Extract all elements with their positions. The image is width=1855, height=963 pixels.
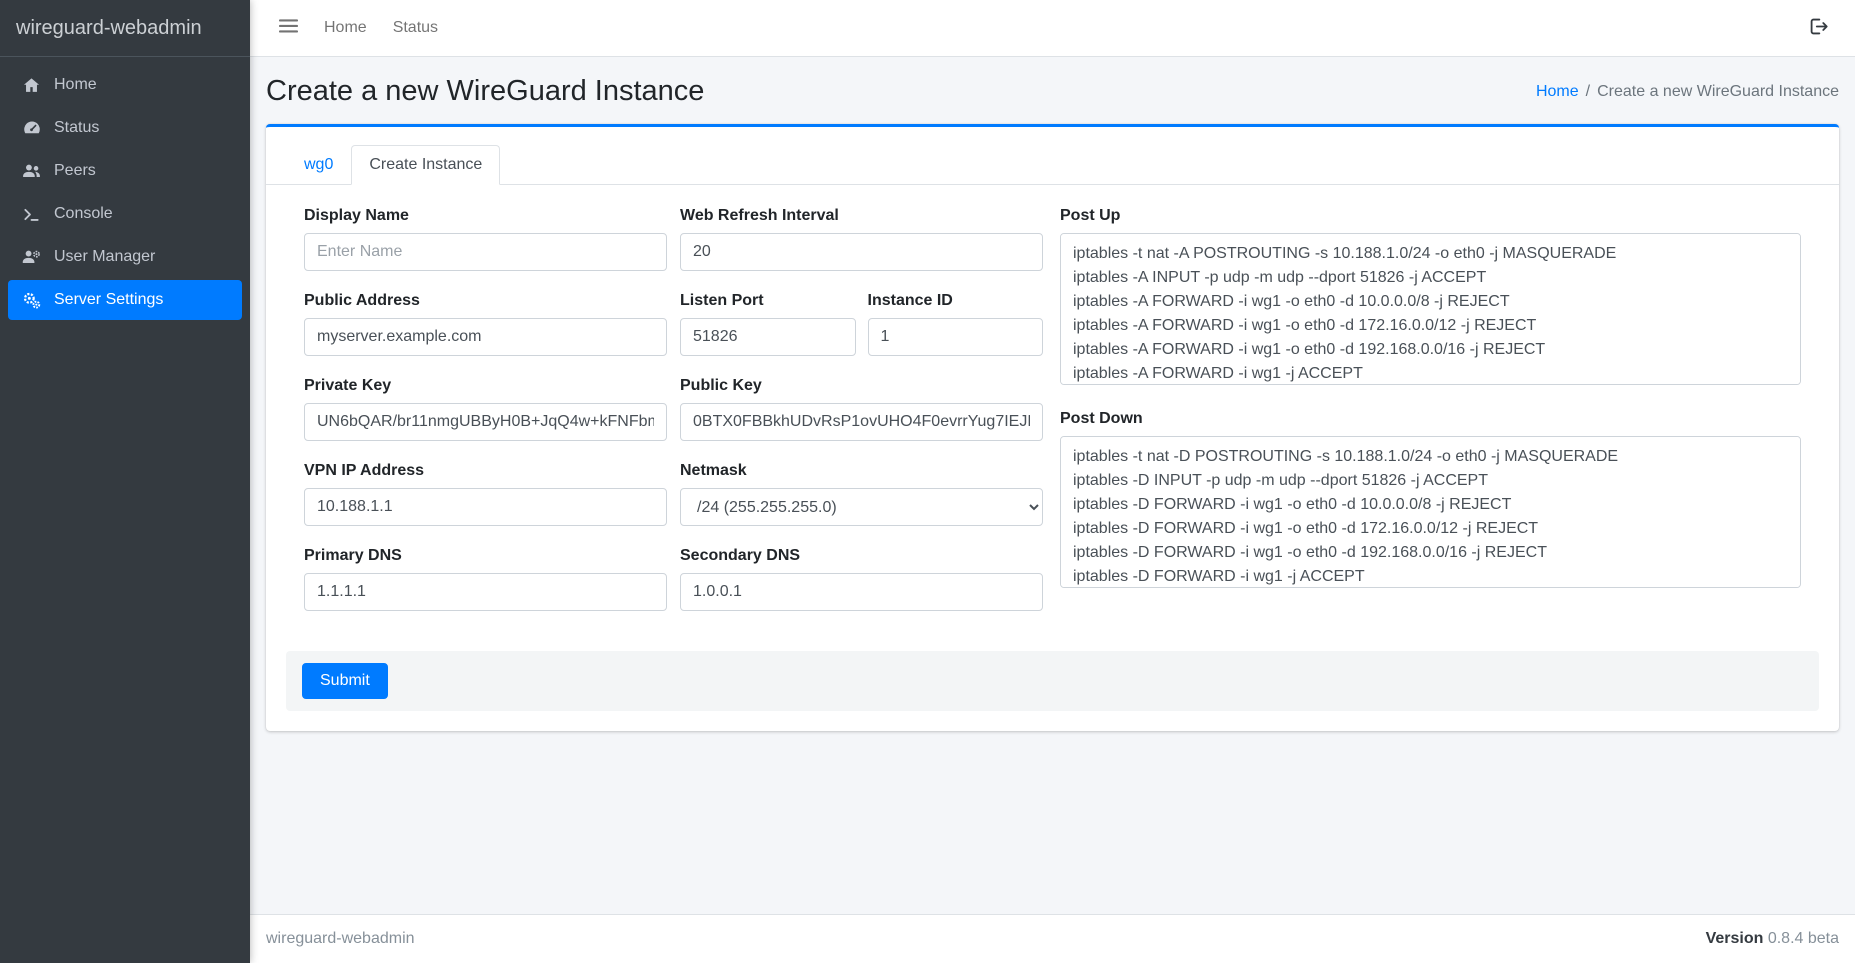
listen-port-field: Listen Port [680,292,856,356]
main-column: Home Status Create a new WireGuard Insta… [250,0,1855,963]
display-name-label: Display Name [304,207,667,225]
private-key-input[interactable] [304,403,667,441]
nav-link-home[interactable]: Home [311,10,380,46]
sidebar-nav: Home Status Peers Console User Manager [0,57,250,331]
netmask-select[interactable]: /24 (255.255.255.0) [680,488,1043,526]
form-left-columns: Display Name Web Refresh Interval Public… [304,207,1043,611]
footer-brand: wireguard-webadmin [266,930,415,948]
card-header: wg0 Create Instance [266,127,1839,185]
port-and-id-field: Listen Port Instance ID [680,292,1043,356]
breadcrumb-current: Create a new WireGuard Instance [1597,83,1839,101]
sidebar-item-label: Status [54,119,99,137]
primary-dns-label: Primary DNS [304,547,667,565]
sidebar-item-peers[interactable]: Peers [8,151,242,191]
hamburger-icon [279,18,298,39]
public-key-input[interactable] [680,403,1043,441]
form-right-column: Post Up iptables -t nat -A POSTROUTING -… [1060,207,1801,611]
footer-version-value: 0.8.4 beta [1768,930,1839,947]
logout-icon [1808,24,1829,39]
top-navbar: Home Status [250,0,1855,57]
sidebar-item-user-manager[interactable]: User Manager [8,237,242,277]
menu-toggle-button[interactable] [266,9,311,48]
instance-id-field: Instance ID [868,292,1044,356]
logout-button[interactable] [1798,8,1839,48]
sidebar-item-console[interactable]: Console [8,194,242,234]
console-icon [20,204,43,224]
netmask-label: Netmask [680,462,1043,480]
nav-link-status[interactable]: Status [380,10,451,46]
sidebar-item-server-settings[interactable]: Server Settings [8,280,242,320]
tab-create-instance[interactable]: Create Instance [351,145,500,185]
home-icon [20,75,43,95]
post-down-textarea[interactable]: iptables -t nat -D POSTROUTING -s 10.188… [1060,436,1801,588]
sidebar-item-label: Home [54,76,97,94]
sidebar-brand[interactable]: wireguard-webadmin [0,0,250,57]
private-key-field: Private Key [304,377,667,441]
post-up-label: Post Up [1060,207,1801,225]
web-refresh-interval-input[interactable] [680,233,1043,271]
content-header: Create a new WireGuard Instance Home / C… [250,57,1855,124]
listen-port-label: Listen Port [680,292,856,310]
sidebar-item-label: Peers [54,162,96,180]
footer-version: Version 0.8.4 beta [1706,930,1839,948]
primary-dns-input[interactable] [304,573,667,611]
post-up-textarea[interactable]: iptables -t nat -A POSTROUTING -s 10.188… [1060,233,1801,385]
status-icon [20,118,43,138]
sidebar-item-status[interactable]: Status [8,108,242,148]
peers-icon [20,161,43,181]
sidebar-item-home[interactable]: Home [8,65,242,105]
page-footer: wireguard-webadmin Version 0.8.4 beta [250,914,1855,963]
vpn-ip-label: VPN IP Address [304,462,667,480]
tab-wg0[interactable]: wg0 [286,145,351,185]
listen-port-input[interactable] [680,318,856,356]
web-refresh-interval-label: Web Refresh Interval [680,207,1043,225]
breadcrumb-home-link[interactable]: Home [1536,83,1579,101]
private-key-label: Private Key [304,377,667,395]
form-footer: Submit [286,651,1819,711]
post-down-field: Post Down iptables -t nat -D POSTROUTING… [1060,410,1801,593]
user-manager-icon [20,247,43,267]
content: wg0 Create Instance Display Name [250,124,1855,914]
instance-card: wg0 Create Instance Display Name [266,124,1839,731]
netmask-field: Netmask /24 (255.255.255.0) [680,462,1043,526]
post-up-field: Post Up iptables -t nat -A POSTROUTING -… [1060,207,1801,390]
primary-dns-field: Primary DNS [304,547,667,611]
public-address-field: Public Address [304,292,667,356]
card-body: Display Name Web Refresh Interval Public… [266,185,1839,731]
secondary-dns-input[interactable] [680,573,1043,611]
public-address-input[interactable] [304,318,667,356]
public-key-label: Public Key [680,377,1043,395]
sidebar-brand-label: wireguard-webadmin [16,17,202,40]
instance-form: Display Name Web Refresh Interval Public… [286,207,1819,611]
submit-button[interactable]: Submit [302,663,388,699]
display-name-field: Display Name [304,207,667,271]
public-address-label: Public Address [304,292,667,310]
page-title: Create a new WireGuard Instance [266,75,704,108]
web-refresh-interval-field: Web Refresh Interval [680,207,1043,271]
sidebar-item-label: Server Settings [54,291,163,309]
vpn-ip-input[interactable] [304,488,667,526]
secondary-dns-label: Secondary DNS [680,547,1043,565]
instance-id-input[interactable] [868,318,1044,356]
sidebar-item-label: User Manager [54,248,155,266]
instance-id-label: Instance ID [868,292,1044,310]
sidebar: wireguard-webadmin Home Status Peers Co [0,0,250,963]
instance-tabs: wg0 Create Instance [286,145,1819,185]
content-wrapper: Create a new WireGuard Instance Home / C… [250,57,1855,963]
public-key-field: Public Key [680,377,1043,441]
vpn-ip-field: VPN IP Address [304,462,667,526]
secondary-dns-field: Secondary DNS [680,547,1043,611]
server-settings-icon [20,290,43,310]
breadcrumb-separator: / [1586,83,1590,101]
display-name-input[interactable] [304,233,667,271]
post-down-label: Post Down [1060,410,1801,428]
footer-version-label: Version [1706,930,1764,947]
sidebar-item-label: Console [54,205,113,223]
breadcrumb: Home / Create a new WireGuard Instance [1536,83,1839,101]
